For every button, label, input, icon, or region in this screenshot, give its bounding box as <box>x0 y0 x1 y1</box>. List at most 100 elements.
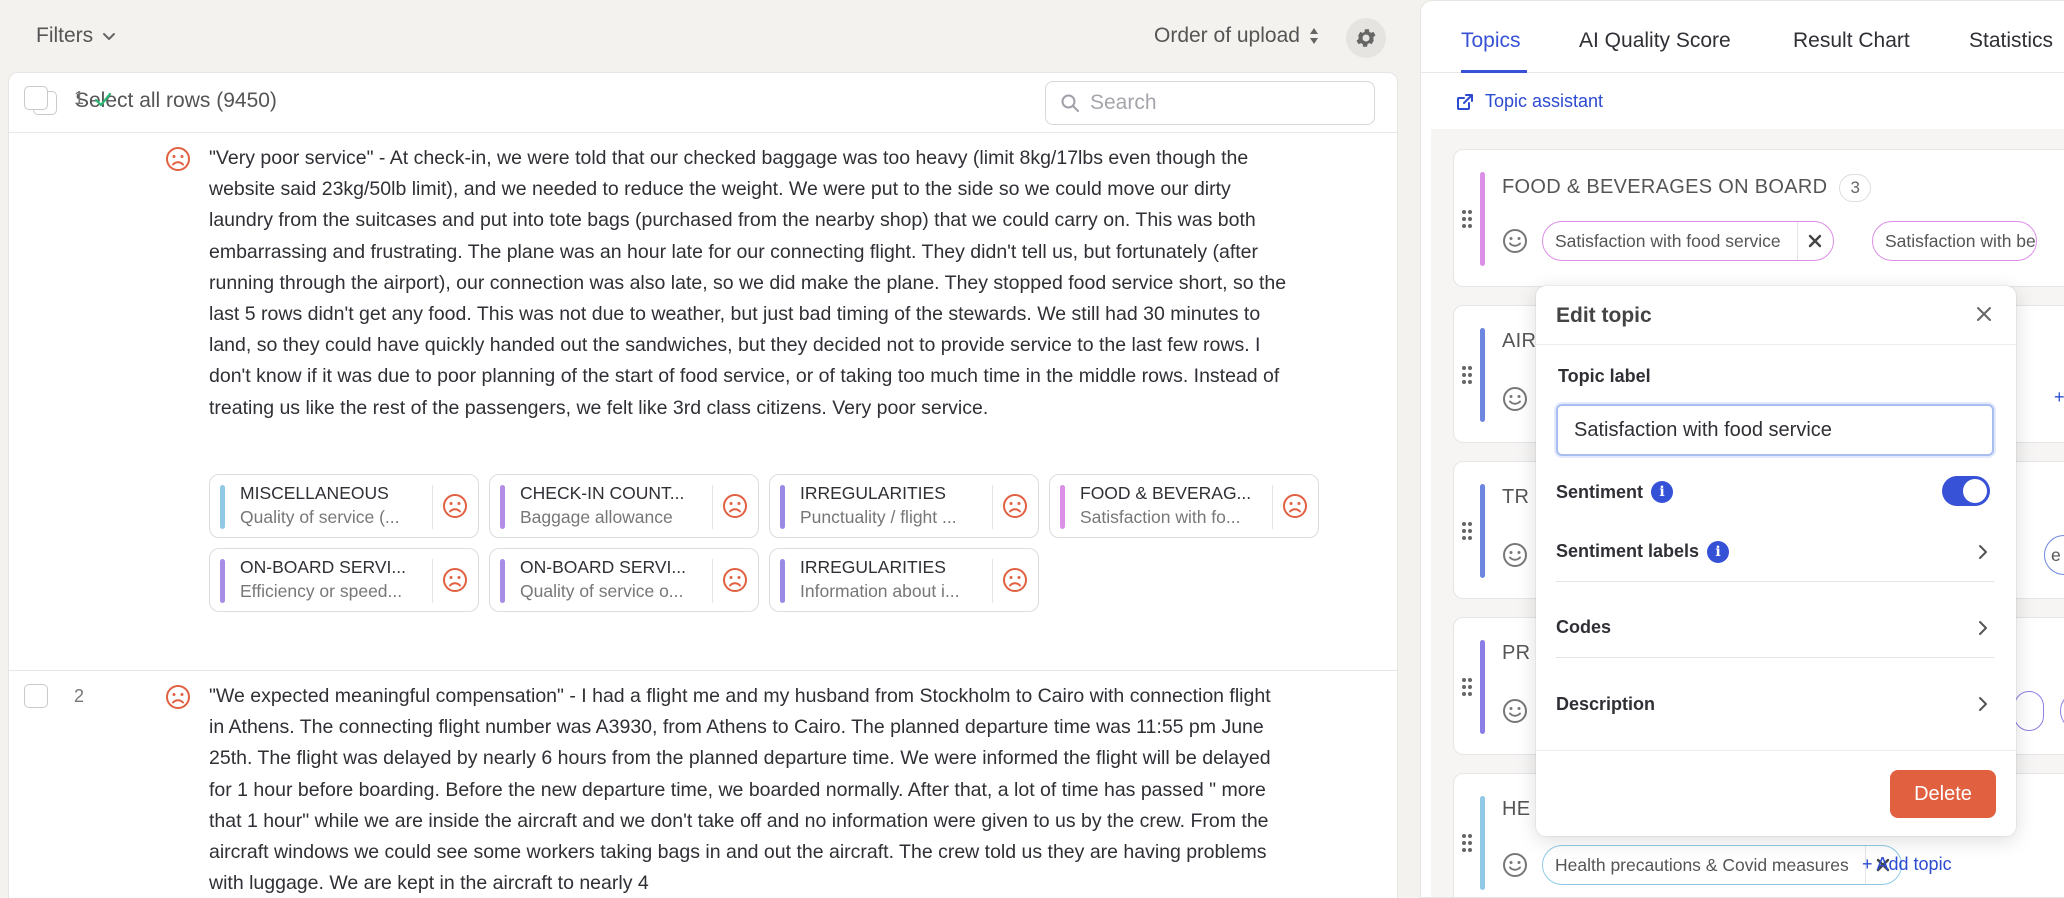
topic-pill[interactable]: e to ca <box>2044 535 2064 575</box>
active-tab-indicator <box>1461 70 1527 73</box>
row-checkbox[interactable] <box>24 86 48 110</box>
topic-chip-subtitle: Quality of service (... <box>240 507 400 527</box>
chevron-right-icon <box>1979 697 1987 711</box>
topic-color-bar <box>1480 328 1485 422</box>
topic-label-input[interactable] <box>1556 404 1994 456</box>
add-topic-button[interactable]: + A <box>2054 387 2064 408</box>
sad-face-icon[interactable] <box>722 567 748 593</box>
chip-divider <box>992 485 993 529</box>
topic-chip-title: ON-BOARD SERVI... <box>520 557 686 577</box>
sad-face-icon <box>166 685 190 709</box>
tab-result-chart[interactable]: Result Chart <box>1793 29 1910 53</box>
close-icon[interactable] <box>1974 304 1994 324</box>
topic-chip[interactable]: CHECK-IN COUNT... Baggage allowance <box>489 474 759 538</box>
topic-chip-subtitle: Quality of service o... <box>520 581 684 601</box>
topic-chip-subtitle: Information about i... <box>800 581 960 601</box>
codes-row[interactable]: Codes <box>1556 598 1994 658</box>
remove-topic-button[interactable] <box>1796 222 1833 260</box>
neutral-face-icon[interactable] <box>1502 698 1528 724</box>
topic-pill-label: Satisfaction with food service <box>1555 230 1781 251</box>
sentiment-labels-row[interactable]: Sentiment labels i <box>1556 522 1994 582</box>
sad-face-icon[interactable] <box>442 493 468 519</box>
topic-pill[interactable]: Satisfaction with food service <box>1542 221 1834 261</box>
chip-divider <box>432 559 433 603</box>
topic-chip[interactable]: IRREGULARITIES Punctuality / flight ... <box>769 474 1039 538</box>
row-divider <box>9 670 1397 671</box>
topic-chip[interactable]: ON-BOARD SERVI... Efficiency or speed... <box>209 548 479 612</box>
topic-group-name[interactable]: AIR <box>1502 330 1536 353</box>
sad-face-icon[interactable] <box>722 493 748 519</box>
topic-assistant-link[interactable]: Topic assistant <box>1455 91 1603 112</box>
toggle-knob <box>1963 479 1987 503</box>
topic-chip[interactable]: ON-BOARD SERVI... Quality of service o..… <box>489 548 759 612</box>
row-checkbox[interactable] <box>24 684 48 708</box>
delete-button[interactable]: Delete <box>1890 770 1996 818</box>
drag-handle-icon[interactable] <box>1460 832 1474 854</box>
sort-icon <box>1309 28 1318 44</box>
select-all-bar: Select all rows (9450) <box>9 73 1397 133</box>
description-row[interactable]: Description <box>1556 674 1994 734</box>
topic-color-bar <box>780 485 785 529</box>
topic-color-bar <box>500 559 505 603</box>
topic-chip-title: IRREGULARITIES <box>800 557 946 577</box>
topics-tabs: Topics AI Quality Score Result Chart Sta… <box>1421 1 2064 73</box>
search-box[interactable] <box>1045 81 1375 125</box>
topic-group-name[interactable]: TR <box>1502 486 1529 509</box>
topic-chip[interactable]: FOOD & BEVERAG... Satisfaction with fo..… <box>1049 474 1319 538</box>
gear-icon <box>1356 29 1376 47</box>
topic-group-name[interactable]: PR <box>1502 642 1530 665</box>
topic-group-title[interactable]: FOOD & BEVERAGES ON BOARD 3 <box>1502 174 1872 202</box>
sentiment-label: Sentiment <box>1556 481 1644 502</box>
topic-pill[interactable] <box>2060 691 2064 731</box>
topic-pill[interactable] <box>2014 691 2044 731</box>
responses-toolbar: Filters Order of upload <box>0 0 1406 74</box>
response-text: "Very poor service" - At check-in, we we… <box>209 147 1287 419</box>
order-dropdown[interactable]: Order of upload <box>1154 24 1320 48</box>
neutral-face-icon[interactable] <box>1502 542 1528 568</box>
topic-pill[interactable]: Health precautions & Covid measures <box>1542 845 1902 885</box>
tab-statistics[interactable]: Statistics <box>1969 29 2053 53</box>
responses-panel: Filters Order of upload Select all rows … <box>0 0 1406 898</box>
sad-face-icon[interactable] <box>1002 493 1028 519</box>
filters-dropdown[interactable]: Filters <box>36 24 117 48</box>
tab-topics[interactable]: Topics <box>1461 29 1521 53</box>
neutral-face-icon[interactable] <box>1502 228 1528 254</box>
tab-ai-quality-score[interactable]: AI Quality Score <box>1579 29 1731 53</box>
close-icon <box>1808 234 1822 248</box>
topic-pill-label: e to ca <box>2051 544 2064 565</box>
chevron-down-icon <box>103 33 116 40</box>
divider <box>1536 750 2016 751</box>
topic-group-name[interactable]: HE <box>1502 798 1530 821</box>
add-topic-button[interactable]: + Add topic <box>1862 854 1952 875</box>
chip-divider <box>432 485 433 529</box>
topic-pill-label: Health precautions & Covid measures <box>1555 854 1849 875</box>
drag-handle-icon[interactable] <box>1460 364 1474 386</box>
info-icon[interactable]: i <box>1707 540 1730 563</box>
chip-divider <box>712 559 713 603</box>
row-topic-chips: MISCELLANEOUS Quality of service (... CH… <box>209 474 1319 612</box>
sentiment-toggle[interactable] <box>1942 476 1990 506</box>
settings-button[interactable] <box>1346 18 1386 58</box>
neutral-face-icon[interactable] <box>1502 386 1528 412</box>
topic-chip-subtitle: Satisfaction with fo... <box>1080 507 1241 527</box>
description-label: Description <box>1556 693 1656 714</box>
topic-pill[interactable]: Satisfaction with be <box>1872 221 2037 261</box>
drag-handle-icon[interactable] <box>1460 676 1474 698</box>
info-icon[interactable]: i <box>1651 481 1674 503</box>
drag-handle-icon[interactable] <box>1460 520 1474 542</box>
drag-handle-icon[interactable] <box>1460 208 1474 230</box>
topic-chip-title: CHECK-IN COUNT... <box>520 483 685 503</box>
chip-divider <box>712 485 713 529</box>
topic-chip[interactable]: MISCELLANEOUS Quality of service (... <box>209 474 479 538</box>
sentiment-labels-label: Sentiment labels <box>1556 541 1700 561</box>
sad-face-icon[interactable] <box>1282 493 1308 519</box>
edit-topic-title: Edit topic <box>1556 304 1652 327</box>
sad-face-icon[interactable] <box>1002 567 1028 593</box>
topic-color-bar <box>220 559 225 603</box>
topic-chip-title: MISCELLANEOUS <box>240 483 389 503</box>
neutral-face-icon[interactable] <box>1502 852 1528 878</box>
sad-face-icon[interactable] <box>442 567 468 593</box>
search-input[interactable] <box>1090 91 1350 115</box>
topic-chip[interactable]: IRREGULARITIES Information about i... <box>769 548 1039 612</box>
response-text: "We expected meaningful compensation" - … <box>209 685 1271 895</box>
